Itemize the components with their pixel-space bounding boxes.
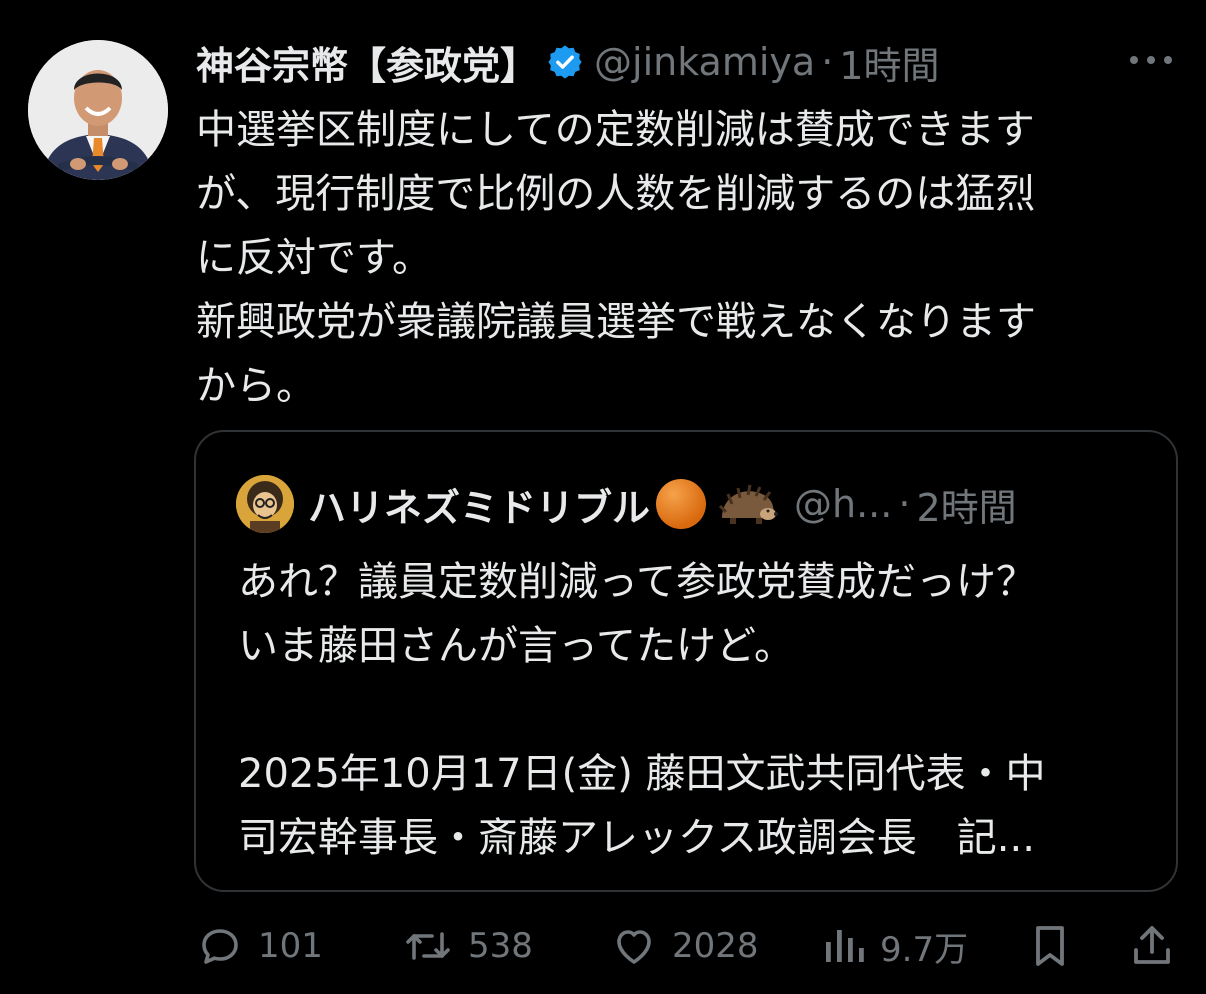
quoted-author-handle[interactable]: @h... bbox=[794, 482, 892, 526]
share-button[interactable] bbox=[1130, 916, 1174, 976]
quoted-author-avatar[interactable] bbox=[236, 475, 294, 533]
views-icon bbox=[822, 922, 866, 970]
tweet-body-line: が、現行制度で比例の人数を削減するのは猛烈 bbox=[196, 171, 1036, 217]
tweet-body-line: から。 bbox=[196, 363, 316, 409]
like-button[interactable]: 2028 bbox=[610, 916, 759, 976]
separator-dot: · bbox=[821, 40, 834, 84]
tweet-body-line: 新興政党が衆議院議員選挙で戦えなくなります bbox=[196, 299, 1036, 345]
hedgehog-emoji-icon bbox=[716, 482, 779, 526]
tweet[interactable]: 神谷宗幣【参政党】 @jinkamiya · 1時間 中選挙区制度にしての定数削… bbox=[0, 0, 1206, 994]
verified-badge-icon bbox=[546, 43, 584, 81]
quoted-body-line: いま藤田さんが言ってたけど。 bbox=[238, 623, 794, 669]
quoted-author-display-name[interactable]: ハリネズミドリブル bbox=[308, 477, 650, 532]
heart-icon bbox=[610, 922, 658, 970]
action-bar: 101 538 2028 9.7万 bbox=[196, 916, 1176, 976]
quoted-body-line: あれ？議員定数削減って参政党賛成だっけ？ bbox=[238, 559, 1036, 605]
quoted-tweet-timestamp[interactable]: 2時間 bbox=[916, 477, 1016, 532]
views-count: 9.7万 bbox=[880, 929, 969, 970]
tweet-timestamp[interactable]: 1時間 bbox=[839, 35, 939, 90]
author-display-name[interactable]: 神谷宗幣【参政党】 bbox=[196, 35, 538, 90]
quoted-body-line: 司宏幹事長・斎藤アレックス政調会長 記... bbox=[238, 815, 1035, 861]
separator-dot: · bbox=[898, 482, 911, 526]
author-avatar[interactable] bbox=[28, 40, 168, 180]
share-icon bbox=[1130, 922, 1174, 970]
tweet-body-line: 中選挙区制度にしての定数削減は賛成できます bbox=[196, 107, 1035, 153]
tweet-body: 中選挙区制度にしての定数削減は賛成できます が、現行制度で比例の人数を削減するの… bbox=[196, 98, 1156, 418]
reply-count: 101 bbox=[258, 926, 323, 966]
quoted-body-line: 2025年10月17日(金) 藤田文武共同代表・中 bbox=[238, 751, 1046, 797]
orange-circle-emoji-icon bbox=[656, 479, 707, 529]
reply-button[interactable]: 101 bbox=[196, 916, 323, 976]
repost-count: 538 bbox=[468, 926, 533, 966]
author-handle[interactable]: @jinkamiya bbox=[594, 40, 815, 84]
quoted-body-line bbox=[238, 678, 1158, 742]
bookmark-icon bbox=[1028, 922, 1072, 970]
tweet-header: 神谷宗幣【参政党】 @jinkamiya · 1時間 bbox=[196, 34, 939, 90]
repost-button[interactable]: 538 bbox=[402, 916, 533, 976]
tweet-body-line: に反対です。 bbox=[196, 235, 432, 281]
repost-icon bbox=[402, 922, 454, 970]
quoted-tweet-card[interactable]: ハリネズミドリブル @h... · 2時間 あれ？議員定数削減って参政党賛成だっ… bbox=[194, 430, 1178, 892]
bookmark-button[interactable] bbox=[1028, 916, 1072, 976]
more-icon[interactable] bbox=[1130, 44, 1172, 76]
like-count: 2028 bbox=[672, 926, 759, 966]
reply-icon bbox=[196, 922, 244, 970]
quoted-tweet-body: あれ？議員定数削減って参政党賛成だっけ？ いま藤田さんが言ってたけど。 2025… bbox=[238, 550, 1158, 870]
views-button[interactable]: 9.7万 bbox=[822, 916, 968, 976]
quoted-tweet-header: ハリネズミドリブル @h... · 2時間 bbox=[236, 475, 1017, 533]
